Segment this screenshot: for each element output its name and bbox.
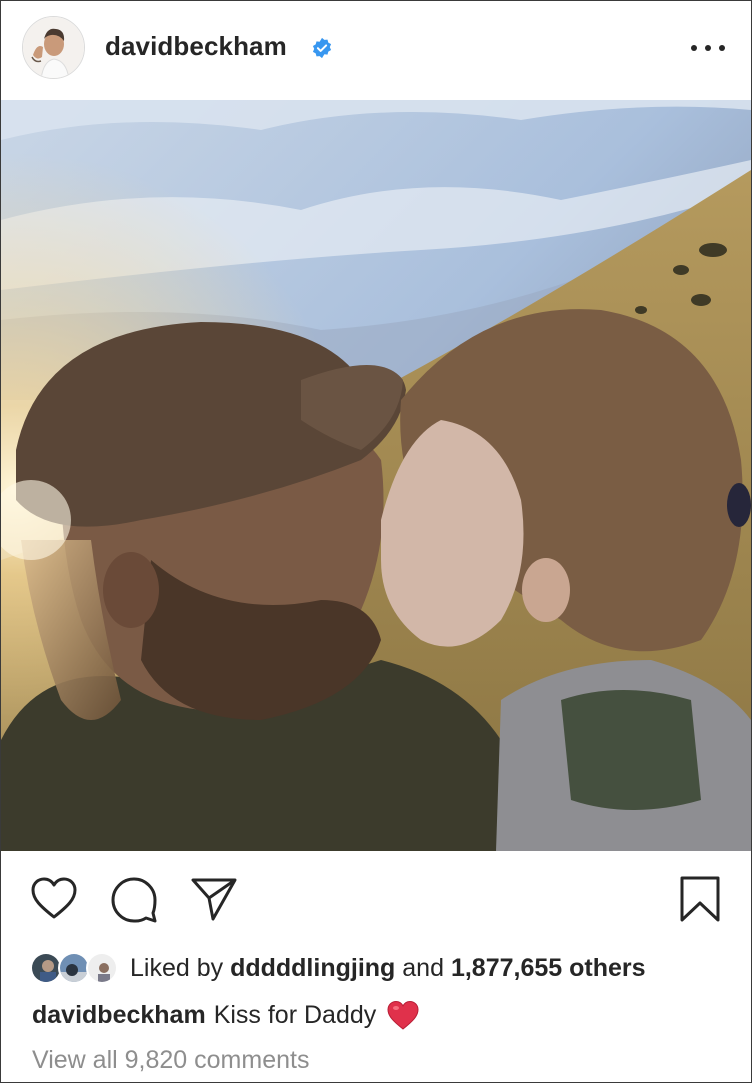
verified-badge-icon [312, 37, 332, 59]
liked-by-user-link[interactable]: dddddlingjing [230, 954, 395, 982]
profile-avatar[interactable] [22, 16, 85, 79]
likes-text: Liked by dddddlingjing and 1,877,655 oth… [130, 953, 646, 982]
bookmark-icon[interactable] [679, 875, 721, 923]
view-all-comments-link[interactable]: View all 9,820 comments [32, 1046, 309, 1075]
post-photo[interactable] [1, 100, 751, 851]
heart-icon[interactable] [30, 876, 78, 920]
liker-avatar [86, 952, 118, 984]
caption-username[interactable]: davidbeckham [32, 1001, 206, 1030]
liker-avatars[interactable] [30, 950, 122, 986]
caption-text: Kiss for Daddy [213, 1000, 377, 1029]
comment-icon[interactable] [110, 876, 158, 924]
post-header: davidbeckham [1, 1, 751, 100]
likes-count-link[interactable]: 1,877,655 others [451, 954, 646, 982]
red-heart-emoji [387, 1000, 419, 1030]
more-options-icon[interactable] [691, 37, 725, 59]
post-actions [1, 851, 751, 946]
send-icon[interactable] [190, 876, 238, 922]
likes-row: Liked by dddddlingjing and 1,877,655 oth… [30, 948, 646, 988]
post-username[interactable]: davidbeckham [105, 31, 287, 62]
post-caption: davidbeckham Kiss for Daddy [32, 1000, 420, 1030]
